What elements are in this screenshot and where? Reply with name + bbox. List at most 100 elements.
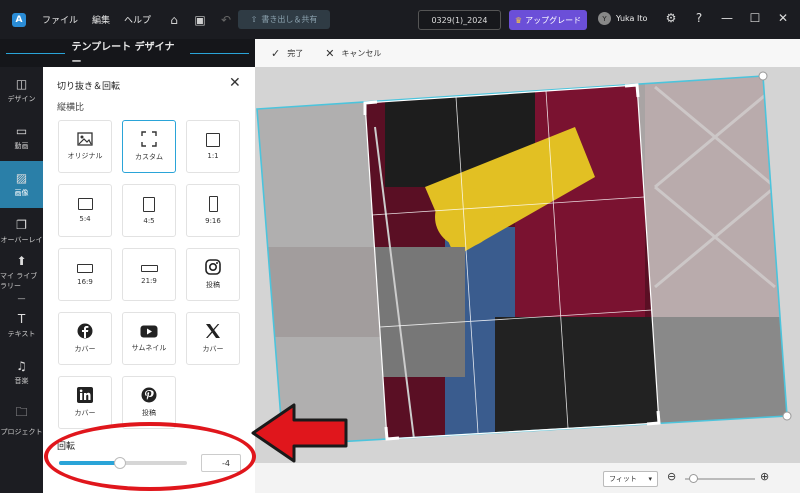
nav-overlay[interactable]: ❐ オーバーレイ	[0, 208, 43, 255]
done-label: 完了	[287, 48, 304, 58]
export-label: 書き出し＆共有	[261, 15, 318, 24]
ratio-original[interactable]: オリジナル	[58, 120, 112, 173]
ratio-label: カスタム	[135, 153, 163, 161]
zoom-out-icon[interactable]: ⊖	[667, 470, 676, 483]
zoom-bar: フィット ▾ ⊖ ⊕	[255, 463, 800, 493]
aspect-ratio-label: 縦横比	[57, 103, 85, 113]
nav-label: マイ ライブラリー	[0, 272, 38, 290]
fit-label: フィット	[609, 475, 637, 483]
ratio-instagram-post[interactable]: 投稿	[186, 248, 240, 301]
library-expand-icon: —	[17, 294, 26, 303]
ratio-x-cover[interactable]: カバー	[186, 312, 240, 365]
project-name-field[interactable]: 0329(1)_2024	[418, 10, 501, 30]
ratio-16-9-icon	[77, 263, 93, 273]
help-icon[interactable]: ?	[692, 11, 706, 25]
aspect-ratio-grid: オリジナル カスタム 1:1 5:4 4:5 9:16 16:9 21:9 投稿…	[58, 120, 240, 429]
nav-label: 動画	[14, 142, 29, 150]
square-icon	[206, 133, 220, 147]
ratio-linkedin-cover[interactable]: カバー	[58, 376, 112, 429]
minimize-icon[interactable]: —	[720, 11, 734, 25]
close-window-icon[interactable]: ✕	[776, 11, 790, 25]
ratio-label: 21:9	[141, 276, 157, 285]
save-icon[interactable]: ▣	[191, 13, 209, 27]
zoom-slider-knob[interactable]	[689, 474, 698, 483]
ratio-label: オリジナル	[67, 152, 103, 160]
fit-dropdown[interactable]: フィット ▾	[603, 471, 658, 487]
ratio-label: カバー	[74, 409, 96, 417]
nav-image[interactable]: ▨ 画像	[0, 161, 43, 208]
ratio-5-4-icon	[77, 198, 93, 210]
ratio-5-4[interactable]: 5:4	[58, 184, 112, 237]
highlight-ellipse	[44, 422, 256, 491]
text-icon: T	[17, 312, 26, 326]
ratio-facebook-cover[interactable]: カバー	[58, 312, 112, 365]
ratio-label: 16:9	[77, 277, 93, 286]
window-controls: ⚙ ? — ☐ ✕	[664, 11, 790, 25]
library-icon: ⬆	[16, 254, 27, 268]
designer-title: テンプレート デザイナー	[71, 42, 175, 68]
done-button[interactable]: ✓ 完了	[271, 47, 303, 60]
ratio-label: カバー	[74, 345, 96, 353]
facebook-icon	[77, 323, 93, 339]
music-icon: ♫	[16, 359, 27, 373]
ratio-16-9[interactable]: 16:9	[58, 248, 112, 301]
close-icon: ✕	[325, 46, 335, 60]
rotate-handle[interactable]	[782, 411, 792, 421]
nav-video[interactable]: ▭ 動画	[0, 114, 43, 161]
ratio-9-16[interactable]: 9:16	[186, 184, 240, 237]
ratio-1-1[interactable]: 1:1	[186, 120, 240, 173]
left-nav: ◫ デザイン ▭ 動画 ▨ 画像 ❐ オーバーレイ ⬆ マイ ライブラリー — …	[0, 67, 43, 493]
export-share-button[interactable]: ⇧ 書き出し＆共有	[238, 10, 330, 29]
close-icon[interactable]: ✕	[229, 75, 241, 91]
ratio-custom[interactable]: カスタム	[122, 120, 176, 173]
ratio-21-9[interactable]: 21:9	[122, 248, 176, 301]
nav-project[interactable]: 🗀 プロジェクト	[0, 396, 43, 443]
undo-icon[interactable]: ↶	[217, 13, 235, 27]
avatar: Y	[598, 12, 611, 25]
video-icon: ▭	[15, 124, 28, 138]
menu-help[interactable]: ヘルプ	[124, 13, 151, 26]
ratio-4-5[interactable]: 4:5	[122, 184, 176, 237]
ratio-label: 投稿	[142, 409, 156, 417]
user-account[interactable]: Y Yuka Ito	[598, 12, 647, 25]
cancel-label: キャンセル	[341, 48, 382, 58]
edit-toolbar: ✓ 完了 ✕ キャンセル	[255, 39, 800, 67]
crown-icon: ♛	[514, 15, 523, 25]
nav-text[interactable]: T テキスト	[0, 302, 43, 349]
nav-design[interactable]: ◫ デザイン	[0, 67, 43, 114]
nav-label: プロジェクト	[0, 427, 43, 436]
rotate-handle[interactable]	[758, 71, 768, 81]
ratio-label: 投稿	[206, 281, 220, 289]
settings-icon[interactable]: ⚙	[664, 11, 678, 25]
menu-edit[interactable]: 編集	[92, 13, 110, 26]
ratio-label: 9:16	[205, 217, 221, 225]
nav-label: デザイン	[7, 95, 36, 103]
maximize-icon[interactable]: ☐	[748, 11, 762, 25]
design-icon: ◫	[15, 77, 28, 91]
designer-header: テンプレート デザイナー	[0, 39, 255, 68]
ratio-4-5-icon	[143, 196, 155, 212]
menu-file[interactable]: ファイル	[42, 13, 78, 26]
nav-library[interactable]: ⬆ マイ ライブラリー —	[0, 254, 43, 303]
project-icon: 🗀	[15, 404, 28, 419]
ratio-youtube-thumbnail[interactable]: サムネイル	[122, 312, 176, 365]
ratio-label: 1:1	[207, 152, 219, 160]
ratio-label: サムネイル	[131, 343, 167, 352]
crop-region[interactable]	[355, 77, 675, 447]
upgrade-label: アップグレード	[525, 15, 582, 25]
upload-icon: ⇧	[250, 15, 258, 24]
nav-label: 音楽	[14, 377, 29, 385]
upgrade-button[interactable]: ♛ アップグレード	[509, 10, 587, 30]
pinterest-icon	[141, 387, 157, 403]
original-icon	[77, 132, 93, 146]
ratio-9-16-icon	[208, 196, 218, 212]
linkedin-icon	[77, 387, 93, 403]
nav-music[interactable]: ♫ 音楽	[0, 349, 43, 396]
ratio-label: 4:5	[143, 216, 155, 225]
header-divider-left	[6, 52, 66, 54]
nav-label: テキスト	[7, 330, 36, 338]
zoom-in-icon[interactable]: ⊕	[760, 470, 769, 483]
home-icon[interactable]: ⌂	[165, 13, 183, 27]
check-icon: ✓	[271, 46, 281, 60]
cancel-button[interactable]: ✕ キャンセル	[325, 47, 381, 60]
